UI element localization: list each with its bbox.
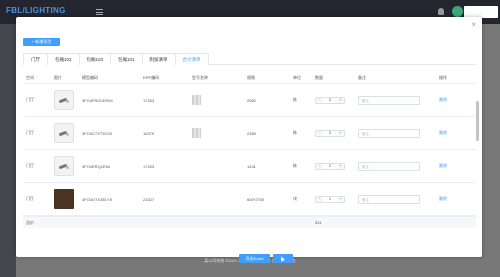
minus-button[interactable]: −: [316, 130, 323, 136]
tab-bar: 门厅 包厢102 包厢103 包厢101 附加清单 合计清单: [23, 53, 476, 65]
avatar[interactable]: [452, 6, 463, 17]
cell-space: 门厅: [26, 196, 34, 201]
bell-icon[interactable]: [438, 8, 444, 15]
quantity-stepper[interactable]: −1 +: [315, 195, 345, 203]
close-icon[interactable]: ×: [471, 21, 476, 29]
quantity-value[interactable]: 1: [323, 197, 337, 202]
product-image[interactable]: [54, 156, 74, 176]
col-erp-code: ERP编码: [143, 74, 160, 80]
redacted-model-name: [192, 95, 201, 105]
table-row: 门厅 3FO4GTX3ELY5 21527 600*2700 块 −1 + 备注 …: [23, 183, 476, 216]
cell-space: 门厅: [26, 130, 34, 135]
minus-button[interactable]: −: [316, 163, 323, 169]
cell-space: 门厅: [26, 97, 34, 102]
quantity-value[interactable]: 2: [323, 131, 337, 136]
delete-button[interactable]: 删除: [439, 97, 447, 103]
lamp-icon: [59, 164, 69, 169]
col-quantity: 数量: [315, 74, 323, 80]
remark-input[interactable]: 备注: [358, 95, 420, 105]
table-header: 空间 图片 模型编码 ERP编码 型号名称 规格 单位 数量 备注 操作: [23, 72, 476, 84]
cell-unit: 栋: [293, 130, 297, 135]
add-item-button[interactable]: + 新增项目: [23, 38, 60, 46]
cell-spec: 2385: [247, 130, 256, 136]
cell-model-code: 3FO4FROLER54: [82, 97, 113, 103]
remark-input[interactable]: 备注: [358, 161, 420, 171]
tab-room-101[interactable]: 包厢101: [110, 53, 143, 65]
export-excel-button[interactable]: 导出Excel: [239, 254, 270, 263]
quantity-stepper[interactable]: −2 +: [315, 129, 345, 137]
remark-input[interactable]: 备注: [358, 194, 420, 204]
cell-erp-code: 16379: [143, 130, 155, 136]
items-table: 空间 图片 模型编码 ERP编码 型号名称 规格 单位 数量 备注 操作 门厅 …: [23, 72, 476, 243]
col-model-name: 型号名称: [192, 74, 208, 80]
quantity-stepper[interactable]: −3 +: [315, 96, 345, 104]
minus-button[interactable]: −: [316, 97, 323, 103]
quantity-value[interactable]: 2: [323, 164, 337, 169]
delete-button[interactable]: 删除: [439, 130, 447, 136]
cell-unit: 栋: [293, 97, 297, 102]
cell-spec: 600*2700: [247, 196, 265, 202]
delete-button[interactable]: 删除: [439, 163, 447, 169]
tab-room-102[interactable]: 包厢102: [47, 53, 80, 65]
cell-spec: 1431: [247, 163, 256, 169]
total-label: 总价: [26, 219, 34, 225]
lamp-icon: [59, 98, 69, 103]
quantity-value[interactable]: 3: [323, 98, 337, 103]
table-row: 门厅 3FO4FROLER54 17253 2982 栋 −3 + 备注 删除: [23, 84, 476, 117]
tab-lobby[interactable]: 门厅: [23, 53, 48, 65]
table-row: 门厅 3FO4C7XT3C0X 16379 2385 栋 −2 + 备注 删除: [23, 117, 476, 150]
tab-room-103[interactable]: 包厢103: [78, 53, 112, 65]
plus-button[interactable]: +: [337, 196, 344, 202]
list-dialog: × + 新增项目 门厅 包厢102 包厢103 包厢101 附加清单 合计清单 …: [16, 17, 482, 263]
cell-unit: 块: [293, 196, 297, 201]
plus-button[interactable]: +: [337, 163, 344, 169]
cell-spec: 2982: [247, 97, 256, 103]
col-remark: 备注: [358, 74, 366, 80]
table-row: 门厅 3FO4ERQLE54 17253 1431 栋 −2 + 备注 删除: [23, 150, 476, 183]
cell-model-code: 3FO4ERQLE54: [82, 163, 111, 169]
menu-icon[interactable]: [96, 9, 103, 15]
col-spec: 规格: [247, 74, 255, 80]
product-image[interactable]: [54, 189, 74, 209]
redacted-model-name: [192, 128, 201, 138]
tab-extra-list[interactable]: 附加清单: [141, 53, 176, 65]
total-value: 531: [315, 220, 322, 225]
cell-erp-code: 17253: [143, 163, 155, 169]
cell-model-code: 3FO4C7XT3C0X: [82, 130, 113, 136]
table-scrollbar[interactable]: [476, 101, 479, 141]
cell-unit: 栋: [293, 163, 297, 168]
col-image: 图片: [54, 74, 62, 80]
quantity-stepper[interactable]: −2 +: [315, 162, 345, 170]
product-image[interactable]: [54, 123, 74, 143]
col-action: 操作: [439, 74, 447, 80]
cell-space: 门厅: [26, 163, 34, 168]
col-space: 空间: [26, 74, 34, 80]
col-model-code: 模型编码: [82, 74, 98, 80]
tab-total-list[interactable]: 合计清单: [174, 53, 209, 65]
cell-model-code: 3FO4GTX3ELY5: [82, 196, 112, 202]
col-unit: 单位: [293, 74, 301, 80]
plus-button[interactable]: +: [337, 97, 344, 103]
sidebar: [0, 24, 16, 277]
plus-button[interactable]: +: [337, 130, 344, 136]
minus-button[interactable]: −: [316, 196, 323, 202]
cell-erp-code: 21527: [143, 196, 155, 202]
delete-button[interactable]: 删除: [439, 196, 447, 202]
total-row: 总价 531: [23, 216, 476, 228]
cell-erp-code: 17253: [143, 97, 155, 103]
product-image[interactable]: [54, 90, 74, 110]
lamp-icon: [59, 131, 69, 136]
remark-input[interactable]: 备注: [358, 128, 420, 138]
